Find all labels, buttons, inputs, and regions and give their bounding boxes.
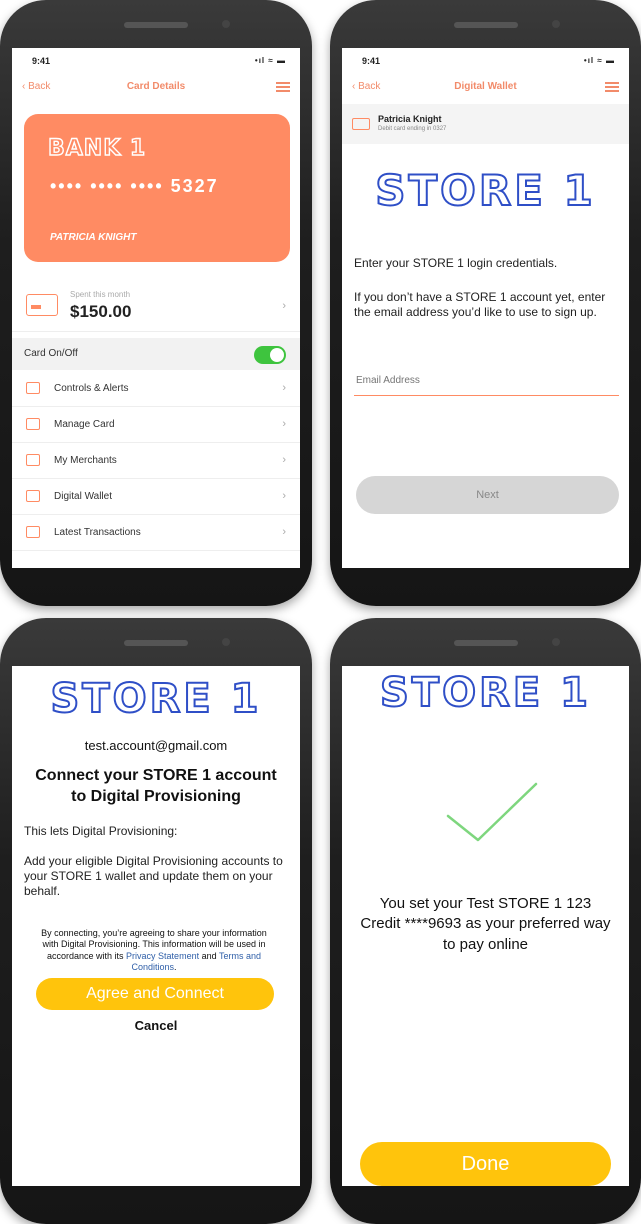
cardholder-name: Patricia Knight bbox=[378, 114, 442, 124]
menu-item-label: Digital Wallet bbox=[54, 491, 112, 502]
card-icon bbox=[26, 418, 40, 430]
spent-row[interactable]: Spent this month $150.00 › bbox=[12, 280, 300, 332]
card-icon bbox=[352, 118, 370, 130]
status-time: 9:41 bbox=[32, 56, 51, 66]
screen: 9:41 •ıl ≈ ▬ ‹ Back Card Details BANK 1 … bbox=[12, 48, 300, 568]
signup-text: If you don’t have a STORE 1 account yet,… bbox=[354, 290, 606, 319]
wallet-icon bbox=[26, 490, 40, 502]
screen: STORE 1 You set your Test STORE 1 123 Cr… bbox=[342, 666, 629, 1186]
phone-digital-wallet: 9:41 •ıl ≈ ▬ ‹ Back Digital Wallet Patri… bbox=[330, 0, 641, 606]
card-icon bbox=[26, 294, 58, 316]
camera bbox=[222, 638, 230, 646]
phone-card-details: 9:41 •ıl ≈ ▬ ‹ Back Card Details BANK 1 … bbox=[0, 0, 312, 606]
legal-period: . bbox=[174, 961, 177, 972]
spent-label: Spent this month bbox=[70, 290, 131, 299]
card-subtitle: Debit card ending in 0327 bbox=[378, 126, 447, 132]
status-time: 9:41 bbox=[362, 56, 381, 66]
checkmark-icon bbox=[446, 782, 538, 842]
connect-heading: Connect your STORE 1 account to Digital … bbox=[35, 767, 277, 805]
document-icon bbox=[26, 526, 40, 538]
screen: 9:41 •ıl ≈ ▬ ‹ Back Digital Wallet Patri… bbox=[342, 48, 629, 568]
cancel-button[interactable]: Cancel bbox=[12, 1018, 300, 1033]
done-button[interactable]: Done bbox=[360, 1142, 611, 1186]
menu-item-controls[interactable]: Controls & Alerts › bbox=[12, 371, 300, 407]
account-email: test.account@gmail.com bbox=[84, 738, 228, 753]
nav-bar: ‹ Back Digital Wallet bbox=[342, 78, 629, 100]
store-logo: STORE 1 bbox=[379, 669, 591, 717]
store-logo: STORE 1 bbox=[50, 675, 262, 723]
menu-item-label: Controls & Alerts bbox=[54, 383, 129, 394]
nav-bar: ‹ Back Card Details bbox=[12, 78, 300, 100]
privacy-link[interactable]: Privacy Statement bbox=[126, 951, 199, 961]
confirmation-message: You set your Test STORE 1 123 Credit ***… bbox=[360, 895, 611, 953]
speaker bbox=[124, 640, 188, 646]
store-logo: STORE 1 bbox=[374, 165, 596, 216]
camera bbox=[552, 638, 560, 646]
chevron-right-icon: › bbox=[282, 490, 286, 502]
card-on-off-switch[interactable] bbox=[254, 346, 286, 364]
screen: STORE 1 test.account@gmail.com Connect y… bbox=[12, 666, 300, 1186]
legal-and: and bbox=[201, 950, 217, 961]
chevron-right-icon: › bbox=[282, 300, 286, 312]
chevron-right-icon: › bbox=[282, 418, 286, 430]
menu-item-label: My Merchants bbox=[54, 455, 117, 466]
speaker bbox=[453, 640, 518, 646]
toggle-label: Card On/Off bbox=[24, 348, 78, 359]
email-field[interactable] bbox=[354, 366, 619, 396]
chevron-right-icon: › bbox=[282, 526, 286, 538]
status-bar: 9:41 •ıl ≈ ▬ bbox=[32, 56, 286, 70]
menu-item-label: Manage Card bbox=[54, 419, 115, 430]
spent-amount: $150.00 bbox=[70, 302, 132, 321]
cart-icon bbox=[26, 454, 40, 466]
page-title: Digital Wallet bbox=[454, 81, 517, 92]
page-title: Card Details bbox=[126, 81, 186, 92]
instructions-text: Enter your STORE 1 login credentials. bbox=[354, 256, 558, 270]
card-summary: Patricia Knight Debit card ending in 032… bbox=[342, 104, 629, 144]
phone-confirmation: STORE 1 You set your Test STORE 1 123 Cr… bbox=[330, 618, 641, 1224]
menu-item-manage-card[interactable]: Manage Card › bbox=[12, 407, 300, 443]
camera bbox=[222, 20, 230, 28]
card-holder: PATRICIA KNIGHT bbox=[50, 232, 137, 243]
next-button[interactable]: Next bbox=[356, 476, 619, 514]
legal-text: By connecting, you’re agreeing to share … bbox=[34, 928, 274, 973]
menu-item-transactions[interactable]: Latest Transactions › bbox=[12, 515, 300, 551]
phone-connect: STORE 1 test.account@gmail.com Connect y… bbox=[0, 618, 312, 1224]
signal-icon: •ıl ≈ ▬ bbox=[254, 56, 286, 65]
menu-icon[interactable] bbox=[605, 82, 619, 92]
signal-icon: •ıl ≈ ▬ bbox=[583, 56, 615, 65]
bank-name: BANK 1 bbox=[47, 135, 147, 161]
permission-text: Add your eligible Digital Provisioning a… bbox=[24, 854, 283, 898]
chevron-right-icon: › bbox=[282, 454, 286, 466]
menu-item-digital-wallet[interactable]: Digital Wallet › bbox=[12, 479, 300, 515]
bank-card[interactable]: BANK 1 •••• •••• •••• 5327 PATRICIA KNIG… bbox=[24, 114, 290, 262]
lets-text: This lets Digital Provisioning: bbox=[24, 824, 178, 838]
speaker bbox=[453, 22, 518, 28]
agree-connect-button[interactable]: Agree and Connect bbox=[36, 978, 274, 1010]
card-number: •••• •••• •••• 5327 bbox=[50, 176, 219, 196]
menu-item-label: Latest Transactions bbox=[54, 527, 141, 538]
menu-icon[interactable] bbox=[276, 82, 290, 92]
chevron-right-icon: › bbox=[282, 382, 286, 394]
lock-icon bbox=[26, 382, 40, 394]
card-toggle-row: Card On/Off bbox=[12, 338, 300, 370]
speaker bbox=[124, 22, 188, 28]
camera bbox=[552, 20, 560, 28]
menu-item-merchants[interactable]: My Merchants › bbox=[12, 443, 300, 479]
status-bar: 9:41 •ıl ≈ ▬ bbox=[362, 56, 615, 70]
